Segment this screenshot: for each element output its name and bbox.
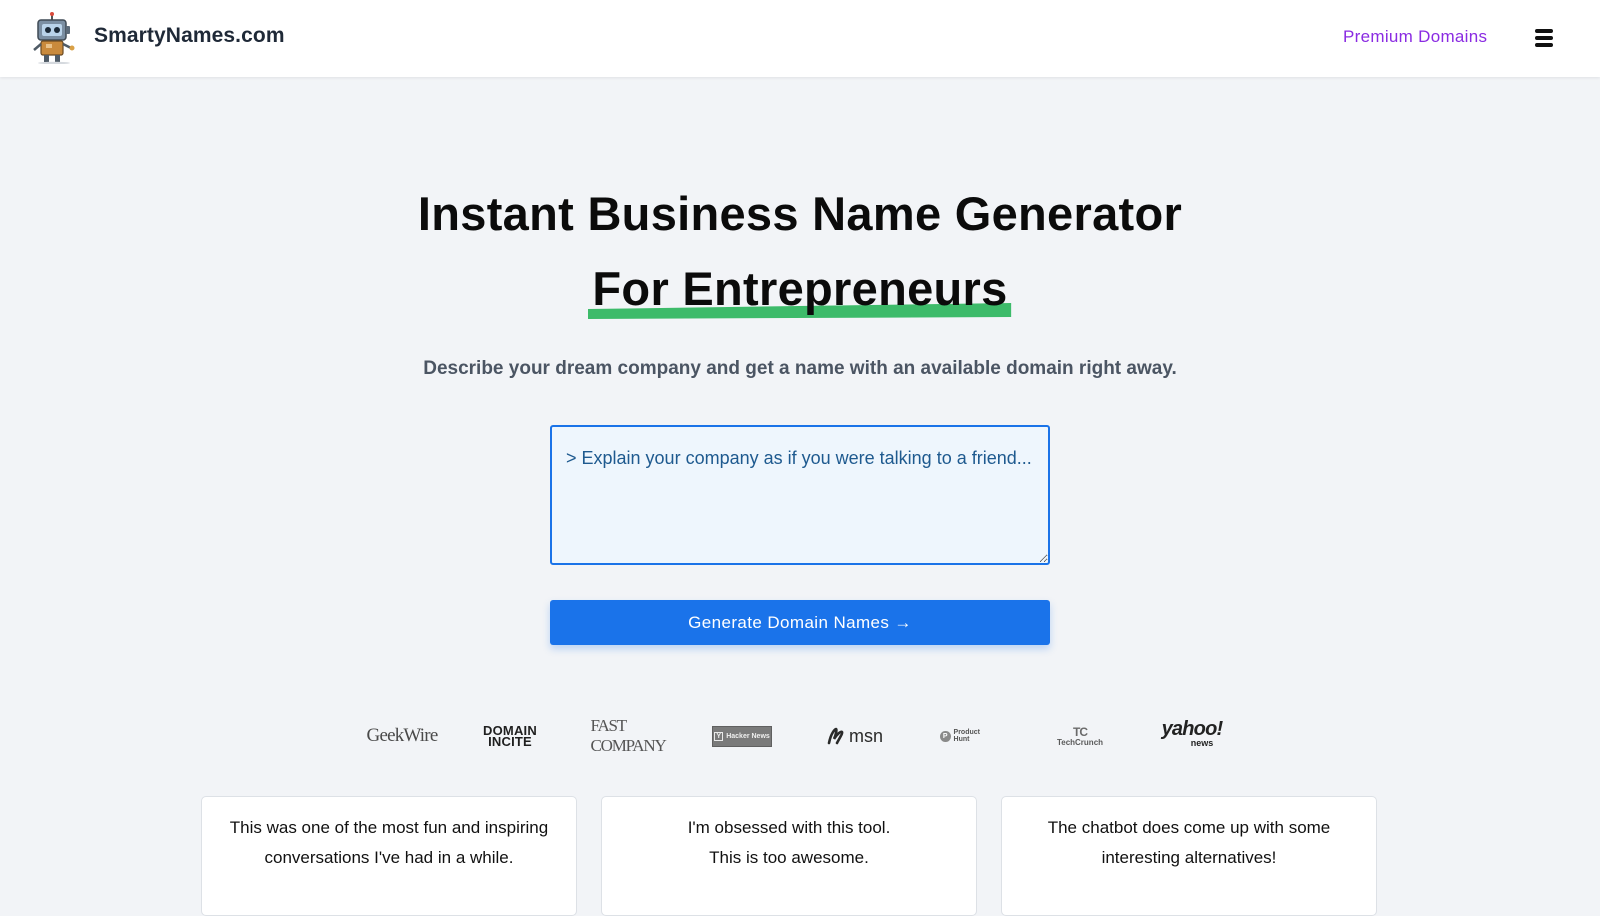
company-description-input[interactable]	[550, 425, 1050, 565]
testimonial-text-line2: conversations I've had in a while.	[264, 848, 514, 867]
techcrunch-tc-mark: TC	[1073, 724, 1088, 739]
msn-logo-text: msn	[848, 725, 883, 746]
product-hunt-logo: P Product Hunt	[940, 718, 996, 754]
brand-name[interactable]: SmartyNames.com	[94, 24, 285, 48]
site-header: SmartyNames.com Premium Domains	[0, 0, 1600, 77]
yahoo-news-subtext: news	[1190, 738, 1214, 748]
yahoo-news-logo: yahoo! news	[1160, 718, 1224, 754]
testimonial-card: I'm obsessed with this tool. This is too…	[601, 796, 977, 916]
testimonial-text-line2: interesting alternatives!	[1101, 848, 1277, 867]
product-hunt-p-icon: P	[940, 730, 951, 742]
testimonial-card: The chatbot does come up with some inter…	[1001, 796, 1377, 916]
robot-mascot-icon[interactable]	[30, 12, 78, 65]
hero-title-line1: Instant Business Name Generator	[417, 187, 1183, 240]
hero-subtitle: Describe your dream company and get a na…	[423, 358, 1177, 379]
domain-incite-logo: DOMAIN INCITE	[480, 718, 540, 754]
premium-domains-link[interactable]: Premium Domains	[1343, 27, 1487, 47]
menu-bar-middle	[1535, 36, 1553, 40]
testimonial-card: This was one of the most fun and inspiri…	[201, 796, 577, 916]
msn-butterfly-icon	[827, 727, 844, 745]
techcrunch-logo-text: TechCrunch	[1056, 737, 1104, 747]
testimonial-text-line1: I'm obsessed with this tool.	[687, 818, 891, 837]
generate-domain-names-button[interactable]: Generate Domain Names →	[550, 600, 1050, 645]
hacker-news-logo-text: Hacker News	[726, 732, 770, 740]
product-hunt-logo-text: Product Hunt	[953, 729, 980, 743]
testimonial-text-line2: This is too awesome.	[709, 848, 869, 867]
robot-mascot-graphic	[33, 12, 75, 65]
techcrunch-logo: TC TechCrunch	[1052, 718, 1108, 754]
fast-company-logo-text: FAST COMPANY	[590, 716, 666, 755]
hacker-news-badge: Y Hacker News	[712, 725, 772, 747]
msn-logo: msn	[824, 718, 886, 754]
geekwire-logo-text: GeekWire	[366, 725, 439, 746]
press-logos-row: GeekWire DOMAIN INCITE FAST COMPANY Y Ha…	[367, 716, 1230, 755]
menu-bar-top	[1535, 29, 1553, 33]
testimonial-text-line1: The chatbot does come up with some	[1047, 818, 1331, 837]
hacker-news-y-icon: Y	[714, 731, 724, 741]
hero-title-line2: For Entrepreneurs	[592, 262, 1008, 315]
testimonial-text-line1: This was one of the most fun and inspiri…	[229, 818, 549, 837]
hero-highlight: For Entrepreneurs	[588, 255, 1012, 323]
geekwire-logo: GeekWire	[367, 718, 439, 754]
fast-company-logo: FAST COMPANY	[590, 716, 666, 755]
hero-title-line2-container: For Entrepreneurs	[0, 255, 1600, 323]
yahoo-logo-text: yahoo!	[1161, 718, 1224, 740]
hamburger-menu-icon[interactable]	[1533, 28, 1555, 48]
domain-incite-logo-bottom: INCITE	[488, 734, 532, 749]
menu-bar-bottom	[1535, 43, 1553, 47]
hacker-news-logo: Y Hacker News	[712, 718, 772, 754]
